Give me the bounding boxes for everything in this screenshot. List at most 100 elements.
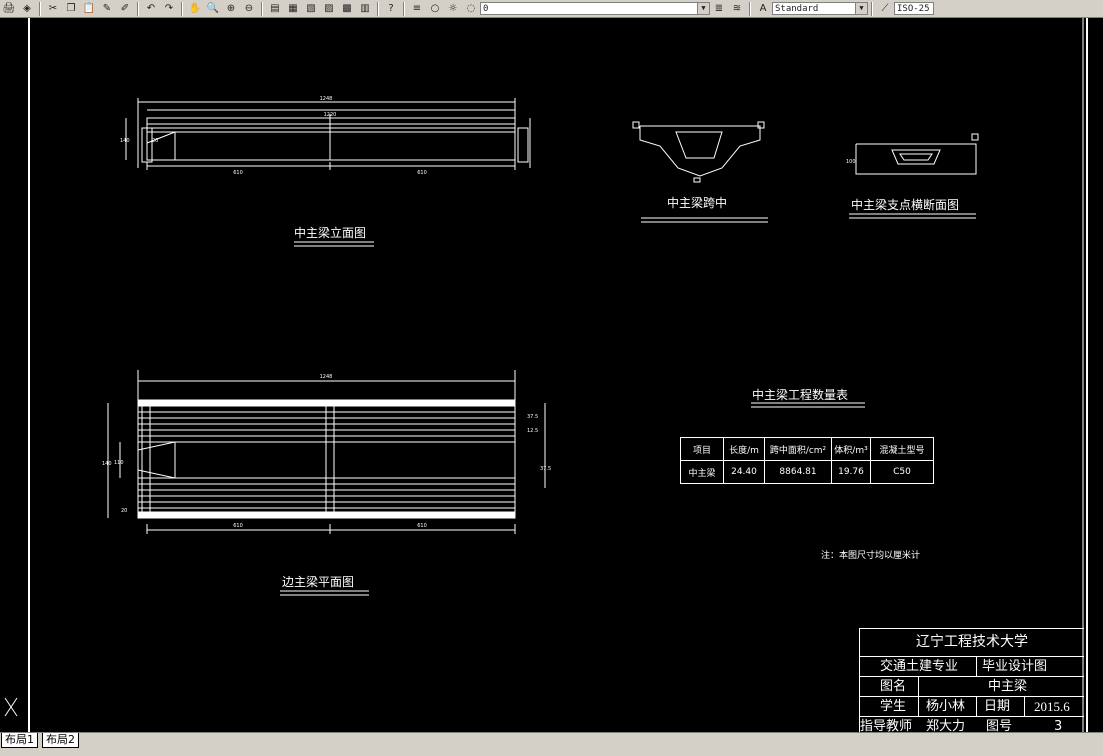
layer-manager-icon[interactable]: ≡ xyxy=(409,2,425,16)
cell-divider xyxy=(918,677,919,696)
title-block-name-row: 图名 中主梁 xyxy=(860,677,1084,697)
dim-style-dropdown[interactable]: ISO-25 xyxy=(894,2,934,15)
plan-dim-375b: 37.5 xyxy=(540,466,551,472)
dim-total-length: 1248 xyxy=(320,96,333,102)
teacher-label: 指导教师 xyxy=(860,719,913,733)
undo-icon[interactable]: ↶ xyxy=(143,2,159,16)
dim-height-140: 140 xyxy=(120,138,130,144)
drawing-note: 注：本图尺寸均以厘米计 xyxy=(821,551,921,561)
markup-icon[interactable]: ▩ xyxy=(339,2,355,16)
toolbar: 🖨 ◈ ✂ ❐ 📋 ✎ ✐ ↶ ↷ ✋ 🔍 ⊕ ⊖ ▤ ▦ ▧ ▨ ▩ ▥ ? … xyxy=(0,0,1103,18)
date-label: 日期 xyxy=(984,699,1011,714)
zoom-previous-icon[interactable]: ⊖ xyxy=(241,2,257,16)
sheet-set-icon[interactable]: ▨ xyxy=(321,2,337,16)
table-header-cell: 长度/m xyxy=(723,437,765,461)
cell-divider xyxy=(918,697,919,716)
title-block-school: 辽宁工程技术大学 xyxy=(860,629,1084,657)
title-block-student-row: 学生 杨小林 日期 2015.6 xyxy=(860,697,1084,717)
student-label: 学生 xyxy=(880,699,907,714)
plan-dim-total: 1248 xyxy=(320,374,333,380)
dim-style-value: ISO-25 xyxy=(897,4,930,14)
text-style-dropdown[interactable]: Standard ▼ xyxy=(772,2,868,15)
sheet-label: 图号 xyxy=(986,719,1013,733)
support-section-drawing xyxy=(855,133,979,175)
help-icon[interactable]: ? xyxy=(383,2,399,16)
separator xyxy=(181,1,183,16)
table-row: 中主梁 24.40 8864.81 19.76 C50 xyxy=(680,460,934,484)
layer-previous-icon[interactable]: ≋ xyxy=(729,2,745,16)
text-style-icon[interactable]: A xyxy=(755,2,771,16)
midspan-view-title: 中主梁跨中 xyxy=(667,196,728,210)
redo-icon[interactable]: ↷ xyxy=(161,2,177,16)
model-space-canvas[interactable]: 1248 1220 610 610 140 20 100 1248 610 61… xyxy=(0,18,1103,734)
cell-divider xyxy=(1024,697,1025,716)
plot-icon[interactable]: 🖨 xyxy=(1,2,17,16)
dim-inner-length: 1220 xyxy=(324,112,337,118)
separator xyxy=(39,1,41,16)
cut-icon[interactable]: ✂ xyxy=(45,2,61,16)
support-section-view-title: 中主梁支点横断面图 xyxy=(851,198,960,212)
table-header-cell: 混凝土型号 xyxy=(870,437,934,461)
cell-divider xyxy=(976,657,977,676)
quantity-table: 项目 长度/m 跨中面积/cm² 体积/m³ 混凝土型号 中主梁 24.40 8… xyxy=(680,437,934,484)
table-cell: 19.76 xyxy=(831,460,871,484)
table-header-row: 项目 长度/m 跨中面积/cm² 体积/m³ 混凝土型号 xyxy=(680,437,934,461)
paste-icon[interactable]: 📋 xyxy=(81,2,97,16)
dim-20: 20 xyxy=(152,138,158,144)
table-cell: 24.40 xyxy=(723,460,765,484)
dim-half-left: 610 xyxy=(233,170,243,176)
chevron-down-icon: ▼ xyxy=(697,3,709,14)
plan-dim-half-right: 610 xyxy=(417,523,427,529)
table-cell: 中主梁 xyxy=(680,460,724,484)
cell-divider xyxy=(976,697,977,716)
make-layer-current-icon[interactable]: ≣ xyxy=(711,2,727,16)
publish-icon[interactable]: ◈ xyxy=(19,2,35,16)
plan-dim-140: 140 xyxy=(102,461,112,467)
tab-layout1[interactable]: 布局1 xyxy=(1,733,38,748)
student-name: 杨小林 xyxy=(926,699,966,714)
teacher-name: 郑大力 xyxy=(926,719,966,733)
zoom-window-icon[interactable]: ⊕ xyxy=(223,2,239,16)
sheet-number: 3 xyxy=(1054,719,1063,733)
tab-layout2[interactable]: 布局2 xyxy=(42,733,79,748)
calculator-icon[interactable]: ▥ xyxy=(357,2,373,16)
dim-half-right: 610 xyxy=(417,170,427,176)
text-style-value: Standard xyxy=(775,4,819,14)
separator xyxy=(403,1,405,16)
zoom-realtime-icon[interactable]: 🔍 xyxy=(205,2,221,16)
title-block: 辽宁工程技术大学 交通土建专业 毕业设计图 图名 中主梁 学生 杨小林 日期 2… xyxy=(859,628,1084,734)
drawing-name: 中主梁 xyxy=(988,679,1028,694)
cad-drawing: 1248 1220 610 610 140 20 100 1248 610 61… xyxy=(4,18,1088,732)
quantity-table-title: 中主梁工程数量表 xyxy=(752,388,849,402)
match-properties-icon[interactable]: ✎ xyxy=(99,2,115,16)
ucs-icon xyxy=(4,697,18,717)
chevron-down-icon: ▼ xyxy=(855,3,867,14)
plan-dim-20: 20 xyxy=(121,508,127,514)
copy-icon[interactable]: ❐ xyxy=(63,2,79,16)
dim-100: 100 xyxy=(846,159,856,165)
plan-dim-375a: 37.5 xyxy=(527,414,538,420)
title-block-teacher-row: 指导教师 郑大力 图号 3 xyxy=(860,717,1084,733)
layer-dropdown[interactable]: 0 ▼ xyxy=(480,2,710,15)
block-editor-icon[interactable]: ✐ xyxy=(117,2,133,16)
table-header-cell: 体积/m³ xyxy=(831,437,871,461)
separator xyxy=(871,1,873,16)
dim-style-icon[interactable]: ⟋ xyxy=(877,2,893,16)
plan-dim-half-left: 610 xyxy=(233,523,243,529)
tool-palettes-icon[interactable]: ▧ xyxy=(303,2,319,16)
separator xyxy=(137,1,139,16)
elevation-view-title: 中主梁立面图 xyxy=(294,226,367,240)
design-center-icon[interactable]: ▦ xyxy=(285,2,301,16)
separator xyxy=(749,1,751,16)
drawing-name-label: 图名 xyxy=(880,679,907,694)
table-header-cell: 跨中面积/cm² xyxy=(764,437,832,461)
separator xyxy=(261,1,263,16)
properties-icon[interactable]: ▤ xyxy=(267,2,283,16)
school-name: 辽宁工程技术大学 xyxy=(916,634,1028,650)
pan-icon[interactable]: ✋ xyxy=(187,2,203,16)
table-cell: C50 xyxy=(870,460,934,484)
layout-tabs-bar: 布局1 布局2 xyxy=(0,732,1103,756)
major-text: 交通土建专业 xyxy=(880,659,959,674)
design-text: 毕业设计图 xyxy=(982,659,1048,674)
plan-dim-125: 12.5 xyxy=(527,428,538,434)
